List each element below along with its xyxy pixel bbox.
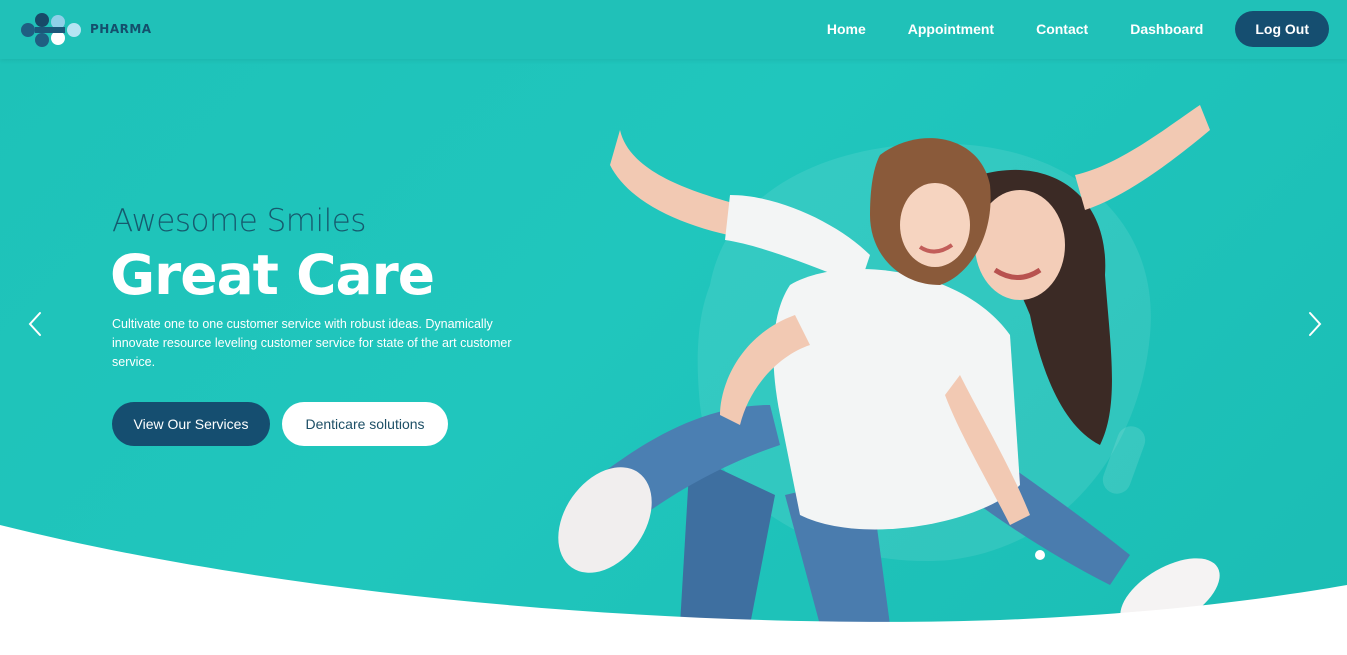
- logout-button[interactable]: Log Out: [1235, 11, 1329, 47]
- nav-dashboard[interactable]: Dashboard: [1109, 11, 1224, 47]
- denticare-solutions-button[interactable]: Denticare solutions: [282, 402, 448, 446]
- molecule-logo-icon: [21, 13, 81, 47]
- chevron-right-icon: [1309, 312, 1322, 336]
- hero-image-mother-daughter: [558, 105, 1220, 632]
- brand-logo[interactable]: PHARMA: [20, 10, 160, 50]
- hero-section: Awesome Smiles Great Care Cultivate one …: [0, 0, 1347, 655]
- nav-contact[interactable]: Contact: [1015, 11, 1109, 47]
- carousel-prev-button[interactable]: [24, 310, 48, 338]
- hero-title: Great Care: [110, 243, 435, 307]
- hero-subtitle: Awesome Smiles: [112, 203, 366, 239]
- chevron-left-icon: [28, 312, 41, 336]
- nav-home[interactable]: Home: [806, 11, 887, 47]
- nav-appointment[interactable]: Appointment: [887, 11, 1015, 47]
- navbar: PHARMA Home Appointment Contact Dashboar…: [0, 0, 1347, 59]
- nav-links: Home Appointment Contact Dashboard Log O…: [806, 11, 1329, 47]
- hero-description: Cultivate one to one customer service wi…: [112, 317, 512, 369]
- brand-name: PHARMA: [90, 22, 152, 36]
- carousel-next-button[interactable]: [1302, 310, 1326, 338]
- view-services-button[interactable]: View Our Services: [112, 402, 270, 446]
